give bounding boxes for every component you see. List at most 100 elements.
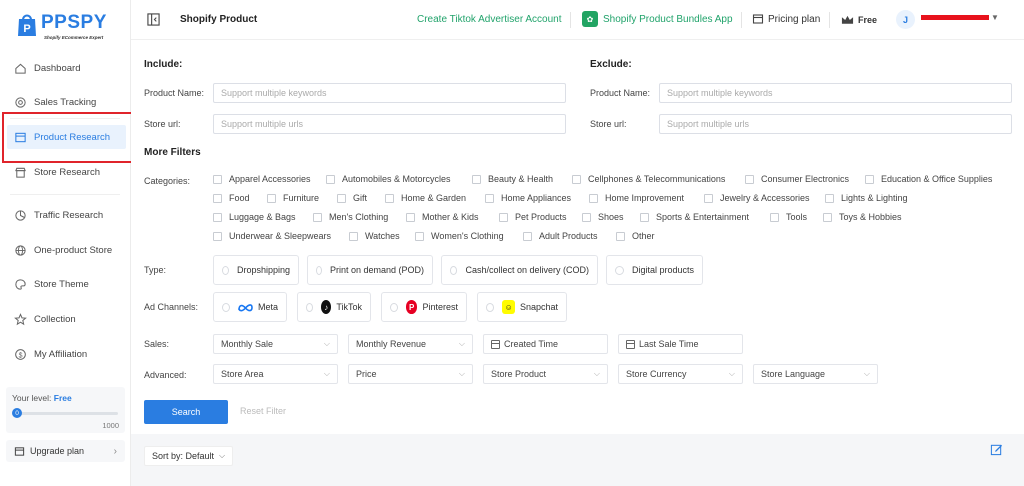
include-store-url-input[interactable]: Support multiple urls xyxy=(213,114,566,134)
product-box-icon xyxy=(13,130,27,144)
ad-channel-tiktok[interactable]: ♪ TikTok xyxy=(297,292,371,322)
category-checkbox[interactable]: Mother & Kids xyxy=(406,212,479,222)
exclude-product-name-input[interactable]: Support multiple keywords xyxy=(659,83,1012,103)
category-checkbox[interactable]: Education & Office Supplies xyxy=(865,174,992,184)
logo-text: PPSPY xyxy=(41,12,107,33)
ad-channel-pinterest[interactable]: P Pinterest xyxy=(381,292,467,322)
chevron-down-icon[interactable]: ▼ xyxy=(991,13,999,22)
checkbox-box xyxy=(745,174,754,184)
sidebar-item-collection[interactable]: Collection xyxy=(0,307,131,331)
ad-channel-label: Snapchat xyxy=(519,302,558,312)
main-content: Include: Exclude: Product Name: Support … xyxy=(131,41,1024,486)
edit-icon[interactable] xyxy=(990,443,1003,456)
category-checkbox[interactable]: Underwear & Sleepwears xyxy=(213,231,331,241)
palette-icon xyxy=(13,277,27,291)
meta-icon xyxy=(237,300,253,314)
user-name-redacted[interactable] xyxy=(921,15,989,20)
collapse-sidebar-icon[interactable] xyxy=(147,13,160,26)
pricing-plan-link[interactable]: Pricing plan xyxy=(752,13,820,25)
type-option-cod[interactable]: Cash/collect on delivery (COD) xyxy=(441,255,598,285)
category-checkbox[interactable]: Gift xyxy=(337,193,367,203)
sidebar-item-product-research[interactable]: Product Research xyxy=(7,125,126,149)
category-label: Furniture xyxy=(283,193,320,203)
create-tiktok-advertiser-link[interactable]: Create Tiktok Advertiser Account xyxy=(417,14,562,25)
include-product-name-input[interactable]: Support multiple keywords xyxy=(213,83,566,103)
category-checkbox[interactable]: Furniture xyxy=(267,193,319,203)
logo[interactable]: P PPSPY Shopify ECommerce Expert xyxy=(14,10,124,44)
store-currency-select[interactable]: Store Currency ⌵ xyxy=(618,364,743,384)
level-text: Your level: Free xyxy=(12,393,72,403)
category-checkbox[interactable]: Adult Products xyxy=(523,231,598,241)
upgrade-plan-button[interactable]: Upgrade plan › xyxy=(6,440,125,462)
type-option-pod[interactable]: Print on demand (POD) xyxy=(307,255,433,285)
category-checkbox[interactable]: Men's Clothing xyxy=(313,212,388,222)
type-option-dropshipping[interactable]: Dropshipping xyxy=(213,255,299,285)
category-checkbox[interactable]: Luggage & Bags xyxy=(213,212,296,222)
pricing-plan-label: Pricing plan xyxy=(768,13,821,25)
ad-channel-meta[interactable]: Meta xyxy=(213,292,287,322)
store-product-select[interactable]: Store Product ⌵ xyxy=(483,364,608,384)
select-label: Created Time xyxy=(504,339,559,349)
monthly-revenue-select[interactable]: Monthly Revenue ⌵ xyxy=(348,334,473,354)
category-checkbox[interactable]: Consumer Electronics xyxy=(745,174,849,184)
sidebar-item-sales-tracking[interactable]: Sales Tracking xyxy=(0,90,131,114)
category-checkbox[interactable]: Women's Clothing xyxy=(415,231,504,241)
category-label: Lights & Lighting xyxy=(841,193,908,203)
category-checkbox[interactable]: Toys & Hobbies xyxy=(823,212,902,222)
last-sale-time-picker[interactable]: Last Sale Time xyxy=(618,334,743,354)
sidebar-item-traffic-research[interactable]: Traffic Research xyxy=(0,203,131,227)
category-checkbox[interactable]: Tools xyxy=(770,212,807,222)
category-checkbox[interactable]: Home Improvement xyxy=(589,193,684,203)
bundles-app-icon: ✿ xyxy=(582,11,598,27)
checkbox-box xyxy=(213,193,222,203)
tiktok-icon: ♪ xyxy=(321,300,332,314)
category-checkbox[interactable]: Shoes xyxy=(582,212,624,222)
category-label: Sports & Entertainment xyxy=(656,212,750,222)
category-checkbox[interactable]: Beauty & Health xyxy=(472,174,553,184)
home-icon xyxy=(13,61,27,75)
product-bundles-app-link[interactable]: ✿ Shopify Product Bundles App xyxy=(582,11,733,27)
type-option-digital[interactable]: Digital products xyxy=(606,255,703,285)
checkbox-box xyxy=(406,212,415,222)
type-option-label: Print on demand (POD) xyxy=(329,265,424,275)
category-checkbox[interactable]: Home & Garden xyxy=(385,193,466,203)
category-checkbox[interactable]: Automobiles & Motorcycles xyxy=(326,174,451,184)
exclude-store-url-label: Store url: xyxy=(590,119,627,129)
sidebar-item-my-affiliation[interactable]: $ My Affiliation xyxy=(0,342,131,366)
checkbox-box xyxy=(582,212,591,222)
checkbox-box xyxy=(213,174,222,184)
sort-by-select[interactable]: Sort by: Default ⌵ xyxy=(144,446,234,466)
sidebar-item-label: Traffic Research xyxy=(34,209,104,221)
price-select[interactable]: Price ⌵ xyxy=(348,364,473,384)
exclude-store-url-input[interactable]: Support multiple urls xyxy=(659,114,1012,134)
category-checkbox[interactable]: Cellphones & Telecommunications xyxy=(572,174,725,184)
reset-filter-button[interactable]: Reset Filter xyxy=(240,406,286,416)
category-checkbox[interactable]: Sports & Entertainment xyxy=(640,212,749,222)
sidebar-item-dashboard[interactable]: Dashboard xyxy=(0,56,131,80)
sidebar-item-store-theme[interactable]: Store Theme xyxy=(0,272,131,296)
category-checkbox[interactable]: Watches xyxy=(349,231,400,241)
select-label: Store Currency xyxy=(626,369,687,379)
category-checkbox[interactable]: Other xyxy=(616,231,655,241)
category-label: Watches xyxy=(365,231,400,241)
ad-channel-snapchat[interactable]: ☺ Snapchat xyxy=(477,292,567,322)
category-checkbox[interactable]: Food xyxy=(213,193,250,203)
category-checkbox[interactable]: Apparel Accessories xyxy=(213,174,311,184)
sidebar-item-store-research[interactable]: Store Research xyxy=(0,160,131,184)
created-time-picker[interactable]: Created Time xyxy=(483,334,608,354)
category-checkbox[interactable]: Lights & Lighting xyxy=(825,193,908,203)
select-label: Last Sale Time xyxy=(639,339,699,349)
store-area-select[interactable]: Store Area ⌵ xyxy=(213,364,338,384)
search-button[interactable]: Search xyxy=(144,400,228,424)
category-checkbox[interactable]: Home Appliances xyxy=(485,193,571,203)
sidebar-item-label: One-product Store xyxy=(34,244,113,256)
checkbox-box xyxy=(326,174,335,184)
sidebar-item-one-product-store[interactable]: One-product Store xyxy=(0,238,131,262)
store-language-select[interactable]: Store Language ⌵ xyxy=(753,364,878,384)
user-avatar[interactable]: J xyxy=(896,10,915,29)
category-checkbox[interactable]: Pet Products xyxy=(499,212,567,222)
category-checkbox[interactable]: Jewelry & Accessories xyxy=(704,193,810,203)
topbar-divider xyxy=(829,12,830,28)
monthly-sale-select[interactable]: Monthly Sale ⌵ xyxy=(213,334,338,354)
plan-badge[interactable]: Free xyxy=(841,14,877,26)
